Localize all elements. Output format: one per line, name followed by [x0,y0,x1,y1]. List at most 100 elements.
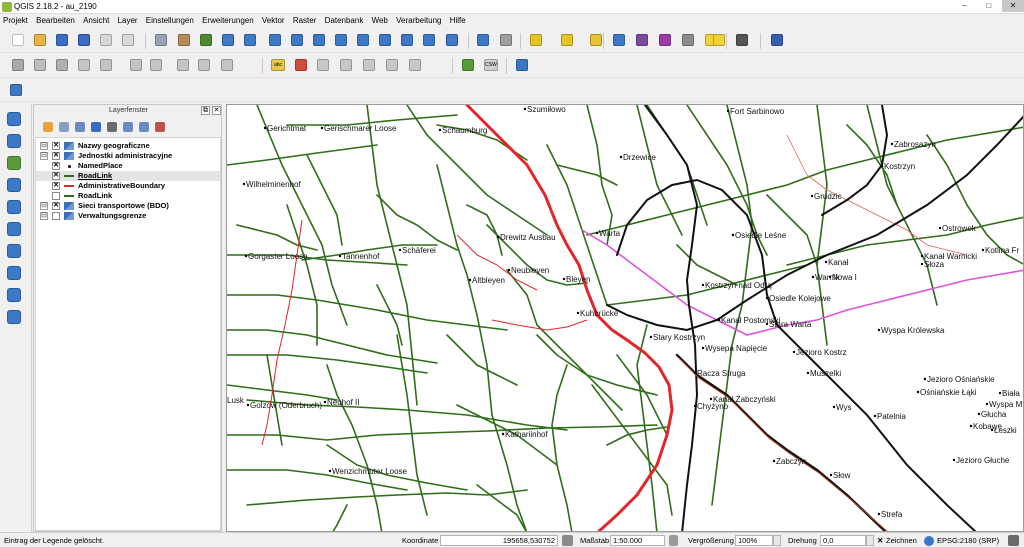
paste-features-button[interactable] [218,56,236,74]
expand-all-button[interactable] [120,119,135,134]
zoom-out-button[interactable] [241,31,259,49]
zoom-last-button[interactable] [354,31,372,49]
save-edits-button[interactable] [53,56,71,74]
touch-zoom-button[interactable] [152,31,170,49]
manage-visibility-button[interactable] [72,119,87,134]
coordinate-toggle-icon[interactable] [562,535,573,546]
layer-row[interactable]: ✕ NamedPlace [36,161,220,171]
rotation-field[interactable]: 0,0 [820,535,866,546]
layer-visibility-checkbox[interactable]: ✕ [52,182,60,190]
zoom-layer-button[interactable] [332,31,350,49]
open-styling-button[interactable] [40,119,55,134]
csw-button[interactable]: CSW [482,56,500,74]
text-annotation-button[interactable] [733,31,751,49]
add-feature-button[interactable] [75,56,93,74]
new-print-composer-button[interactable] [97,31,115,49]
add-vector-layer-button[interactable] [4,110,24,128]
menu-bearbeiten[interactable]: Bearbeiten [33,14,78,28]
add-raster-layer-button[interactable] [4,132,24,150]
python-console-button[interactable] [513,56,531,74]
menu-vektor[interactable]: Vektor [259,14,288,28]
add-wcs-layer-button[interactable] [4,220,24,238]
map-canvas[interactable]: Szumiłowo Fort Sarbinowo Gerichtmat Gerisch… [226,104,1024,532]
zoom-in-button[interactable] [219,31,237,49]
new-shapefile-button[interactable] [4,286,24,304]
scale-combobox[interactable]: 1:50.000 [610,535,665,546]
show-labels-button[interactable] [337,56,355,74]
minimize-button[interactable]: – [954,0,976,12]
save-as-button[interactable] [75,31,93,49]
pin-labels-button[interactable] [314,56,332,74]
change-label-button[interactable] [406,56,424,74]
metasearch-button[interactable] [459,56,477,74]
menu-einstellungen[interactable]: Einstellungen [143,14,197,28]
action-button[interactable] [497,31,515,49]
field-calculator-button[interactable] [633,31,651,49]
add-wms-layer-button[interactable] [4,198,24,216]
zoom-full-button[interactable] [288,31,306,49]
attribute-table-button[interactable] [610,31,628,49]
magnifier-field[interactable]: 100% [735,535,773,546]
statistics-button[interactable] [656,31,674,49]
move-label-button[interactable] [360,56,378,74]
pan-button[interactable] [175,31,193,49]
remove-layer-button[interactable] [152,119,167,134]
lock-scale-icon[interactable] [669,535,678,546]
pan-to-selection-button[interactable] [197,31,215,49]
filter-legend-button[interactable] [88,119,103,134]
add-spatialite-layer-button[interactable] [4,154,24,172]
layer-row[interactable]: ⊟ ✕ Sieci transportowe (BDO) [36,201,220,211]
crs-status[interactable]: EPSG:2180 (SRP) [937,536,999,545]
zoom-next-button[interactable] [376,31,394,49]
panel-float-button[interactable]: ⧉ [201,106,210,115]
zoom-selection-button[interactable] [310,31,328,49]
add-wfs-layer-button[interactable] [4,242,24,260]
node-tool-button[interactable] [127,56,145,74]
layer-labeling-button[interactable] [292,56,310,74]
layer-expand-toggle[interactable]: ⊟ [40,142,48,150]
layer-visibility-checkbox[interactable] [52,192,60,200]
save-project-button[interactable] [53,31,71,49]
cut-features-button[interactable] [174,56,192,74]
open-project-button[interactable] [31,31,49,49]
label-tool-button[interactable]: abc [269,56,287,74]
layer-visibility-checkbox[interactable]: ✕ [52,202,60,210]
select-features-button[interactable] [527,31,545,49]
measure-button[interactable] [679,31,697,49]
select-by-value-button[interactable] [558,31,576,49]
layer-visibility-checkbox[interactable]: ✕ [52,152,60,160]
add-mssql-layer-button[interactable] [4,176,24,194]
layer-visibility-checkbox[interactable]: ✕ [52,142,60,150]
current-edits-button[interactable] [9,56,27,74]
messages-icon[interactable] [1008,535,1019,546]
panel-close-button[interactable]: ✕ [212,106,221,115]
coordinate-field[interactable]: 195658,530752 [440,535,558,546]
menu-layer[interactable]: Layer [115,14,141,28]
zoom-native-button[interactable] [266,31,284,49]
menu-erweiterungen[interactable]: Erweiterungen [199,14,257,28]
new-memory-layer-button[interactable] [4,308,24,326]
show-bookmarks-button[interactable] [420,31,438,49]
composer-manager-button[interactable] [119,31,137,49]
menu-verarbeitung[interactable]: Verarbeitung [393,14,444,28]
layer-row[interactable]: ⊟ ✕ Nazwy geograficzne [36,141,220,151]
close-button[interactable]: ✕ [1002,0,1024,12]
render-checkbox[interactable]: ✕ [877,536,883,545]
layer-visibility-checkbox[interactable]: ✕ [52,162,60,170]
collapse-all-button[interactable] [136,119,151,134]
layer-expand-toggle[interactable]: ⊟ [40,152,48,160]
layer-visibility-checkbox[interactable]: ✕ [52,172,60,180]
identify-button[interactable] [474,31,492,49]
rotate-label-button[interactable] [383,56,401,74]
layer-row[interactable]: ⊟ ✕ Jednostki administracyjne [36,151,220,161]
layer-row[interactable]: ✕ RoadLink [36,171,220,181]
rotation-spin-icon[interactable] [866,535,874,546]
menu-projekt[interactable]: Projekt [0,14,31,28]
layer-row[interactable]: ✕ AdministrativeBoundary [36,181,220,191]
delete-selected-button[interactable] [147,56,165,74]
copy-features-button[interactable] [195,56,213,74]
menu-hilfe[interactable]: Hilfe [447,14,469,28]
toggle-editing-button[interactable] [31,56,49,74]
filter-expression-button[interactable] [104,119,119,134]
move-feature-button[interactable] [97,56,115,74]
